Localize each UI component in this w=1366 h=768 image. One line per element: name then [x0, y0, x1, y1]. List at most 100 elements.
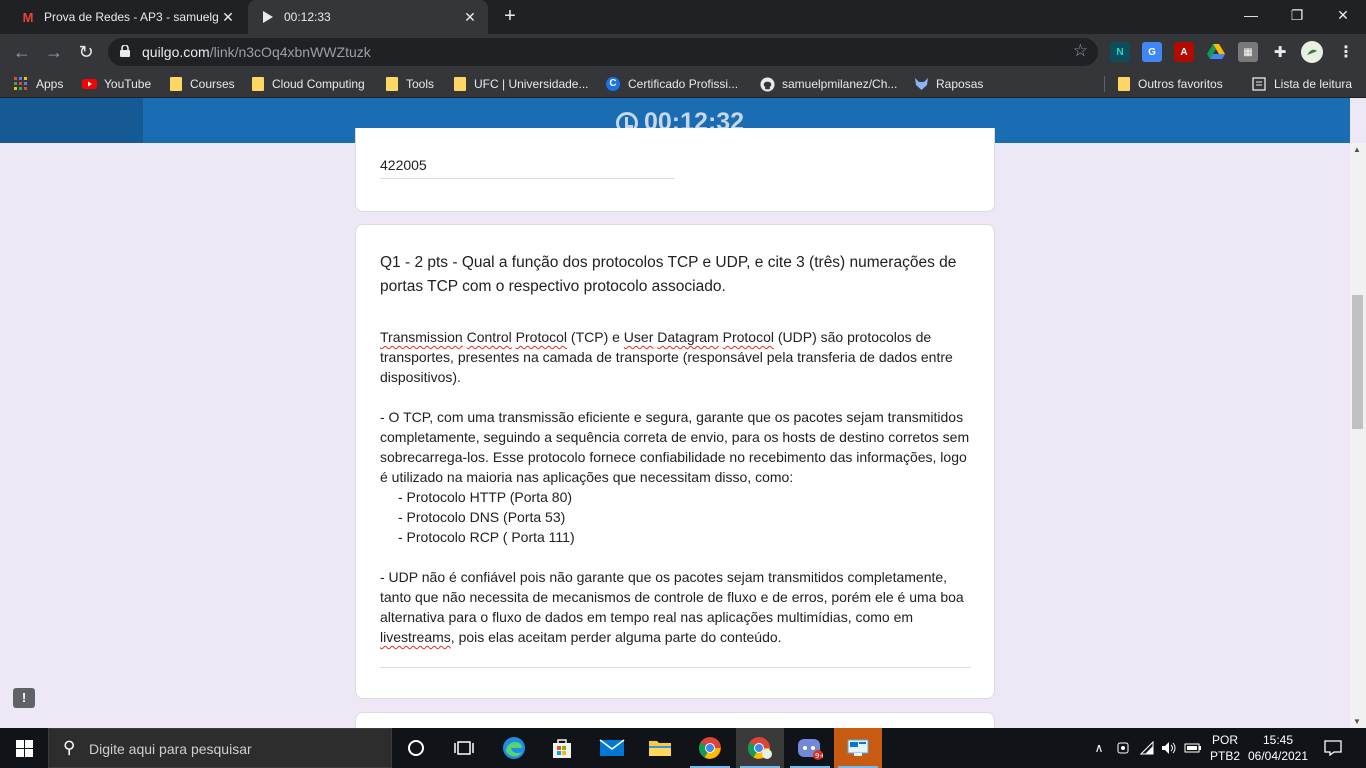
extension-notion-icon[interactable]: N	[1110, 42, 1130, 62]
scroll-down-arrow-icon[interactable]: ▼	[1353, 717, 1361, 726]
folder-icon	[252, 77, 264, 91]
close-tab-icon[interactable]: ✕	[460, 9, 480, 26]
extension-gray-icon[interactable]: ▦	[1238, 42, 1258, 62]
tab-gmail[interactable]: M Prova de Redes - AP3 - samuelgr ✕	[8, 0, 246, 34]
wifi-icon[interactable]	[1136, 728, 1158, 768]
url-text: quilgo.com/link/n3cOq4xbnWWZtuzk	[142, 44, 371, 60]
cortana-icon[interactable]	[392, 728, 440, 768]
extensions-puzzle-icon[interactable]: ✚	[1270, 42, 1290, 62]
keyboard-layout: PTB2	[1209, 749, 1240, 763]
bookmark-label: Apps	[36, 77, 64, 91]
bookmark-certificado[interactable]: C Certificado Profissi...	[606, 75, 738, 93]
system-clock[interactable]: 15:45 06/04/2021	[1245, 732, 1311, 764]
reading-list-button[interactable]: Lista de leitura	[1252, 75, 1352, 93]
close-window-button[interactable]: ✕	[1320, 0, 1366, 30]
answer-paragraph-3: - UDP não é confiável pois não garante q…	[380, 569, 964, 645]
chrome-profile-icon[interactable]	[736, 728, 784, 768]
page-scrollbar[interactable]: ▲ ▼	[1350, 143, 1366, 728]
bookmark-star-icon[interactable]: ☆	[1073, 41, 1088, 61]
mail-icon[interactable]	[588, 728, 636, 768]
lock-icon	[120, 45, 130, 57]
tab-title: Prova de Redes - AP3 - samuelgr	[44, 10, 218, 24]
folder-icon	[454, 77, 466, 91]
answer-underline	[380, 667, 971, 668]
bookmark-raposas[interactable]: Raposas	[914, 75, 983, 93]
file-explorer-icon[interactable]	[636, 728, 684, 768]
notifications-icon[interactable]	[1318, 728, 1348, 768]
svg-text:9+: 9+	[815, 752, 823, 760]
fox-icon	[914, 77, 928, 91]
language-indicator[interactable]: POR PTB2	[1205, 732, 1245, 764]
folder-icon	[1118, 77, 1130, 91]
chrome-icon[interactable]	[686, 728, 734, 768]
bookmark-label: Tools	[406, 77, 435, 91]
answer-list-item: - Protocolo RCP ( Porta 111)	[398, 529, 575, 545]
tab-quilgo[interactable]: 00:12:33 ✕	[248, 0, 488, 34]
clock-date: 06/04/2021	[1247, 749, 1309, 763]
google-translate-icon[interactable]: G	[1142, 42, 1162, 62]
task-view-icon[interactable]	[440, 728, 488, 768]
language-code: POR	[1211, 733, 1238, 747]
forward-button[interactable]: →	[40, 38, 68, 66]
bookmark-apps[interactable]: Apps	[14, 75, 63, 93]
bookmark-github[interactable]: samuelpmilanez/Ch...	[760, 75, 897, 93]
reload-button[interactable]: ↻	[72, 38, 100, 66]
volume-icon[interactable]	[1158, 728, 1180, 768]
answer-textarea[interactable]: Transmission Control Protocol (TCP) e Us…	[380, 327, 975, 647]
address-bar[interactable]: quilgo.com/link/n3cOq4xbnWWZtuzk ☆	[108, 38, 1098, 66]
bookmark-label: Certificado Profissi...	[628, 77, 739, 91]
microsoft-store-icon[interactable]	[538, 728, 586, 768]
menu-kebab-icon[interactable]: ⋮	[1336, 42, 1356, 62]
bookmark-label: UFC | Universidade...	[474, 77, 589, 91]
scrollbar-thumb[interactable]	[1352, 295, 1363, 429]
bookmark-tools[interactable]: Tools	[386, 75, 434, 93]
tab-title: 00:12:33	[284, 10, 331, 24]
profile-avatar[interactable]	[1301, 41, 1323, 63]
answer-paragraph-1: Transmission Control Protocol (TCP) e Us…	[380, 329, 953, 385]
c-icon: C	[606, 77, 620, 91]
answer-underline	[380, 178, 675, 179]
question-card-q1: Q1 - 2 pts - Qual a função dos protocolo…	[355, 224, 995, 699]
windows-taskbar: ⚲ Digite aqui para pesquisar 9+ ∧ POR PT…	[0, 728, 1366, 768]
timer-bar-left-block	[0, 98, 143, 143]
bookmark-label: Raposas	[936, 77, 984, 91]
meet-now-icon[interactable]	[1112, 728, 1134, 768]
bookmark-ufc[interactable]: UFC | Universidade...	[454, 75, 589, 93]
acrobat-icon[interactable]: A	[1174, 42, 1194, 62]
bookmark-label: Lista de leitura	[1274, 77, 1353, 91]
bookmarks-separator	[1104, 76, 1105, 92]
new-tab-button[interactable]: +	[498, 4, 522, 28]
bookmark-youtube[interactable]: YouTube	[82, 75, 151, 93]
close-tab-icon[interactable]: ✕	[218, 9, 238, 26]
bookmark-label: samuelpmilanez/Ch...	[782, 77, 898, 91]
show-hidden-icons-chevron-icon[interactable]: ∧	[1090, 728, 1108, 768]
tab-strip: M Prova de Redes - AP3 - samuelgr ✕ 00:1…	[0, 0, 1366, 34]
back-button[interactable]: ←	[8, 38, 36, 66]
remote-desktop-icon[interactable]	[834, 728, 882, 768]
bookmarks-bar: Apps YouTube Courses Cloud Computing Too…	[0, 70, 1366, 98]
edge-icon[interactable]	[490, 728, 538, 768]
bookmark-label: YouTube	[104, 77, 152, 91]
taskbar-search[interactable]: ⚲ Digite aqui para pesquisar	[48, 728, 392, 768]
restore-button[interactable]: ❐	[1274, 0, 1320, 30]
minimize-button[interactable]: —	[1228, 0, 1274, 30]
github-icon	[760, 77, 775, 92]
bookmark-cloud-computing[interactable]: Cloud Computing	[252, 75, 365, 93]
youtube-icon	[82, 77, 97, 91]
question-title: Q1 - 2 pts - Qual a função dos protocolo…	[380, 254, 957, 295]
bookmark-courses[interactable]: Courses	[170, 75, 235, 93]
scroll-up-arrow-icon[interactable]: ▲	[1353, 145, 1361, 154]
google-drive-icon[interactable]	[1206, 42, 1226, 62]
previous-answer-text[interactable]: 422005	[380, 157, 427, 173]
bookmark-outros-favoritos[interactable]: Outros favoritos	[1118, 75, 1223, 93]
apps-grid-icon	[14, 77, 28, 91]
battery-icon[interactable]	[1182, 728, 1204, 768]
start-button[interactable]	[0, 728, 48, 768]
search-icon: ⚲	[63, 738, 76, 757]
bookmark-label: Cloud Computing	[272, 77, 365, 91]
quilgo-icon	[260, 9, 276, 25]
discord-icon[interactable]: 9+	[786, 728, 834, 768]
bookmark-label: Outros favoritos	[1138, 77, 1223, 91]
feedback-icon[interactable]: !	[13, 688, 35, 708]
